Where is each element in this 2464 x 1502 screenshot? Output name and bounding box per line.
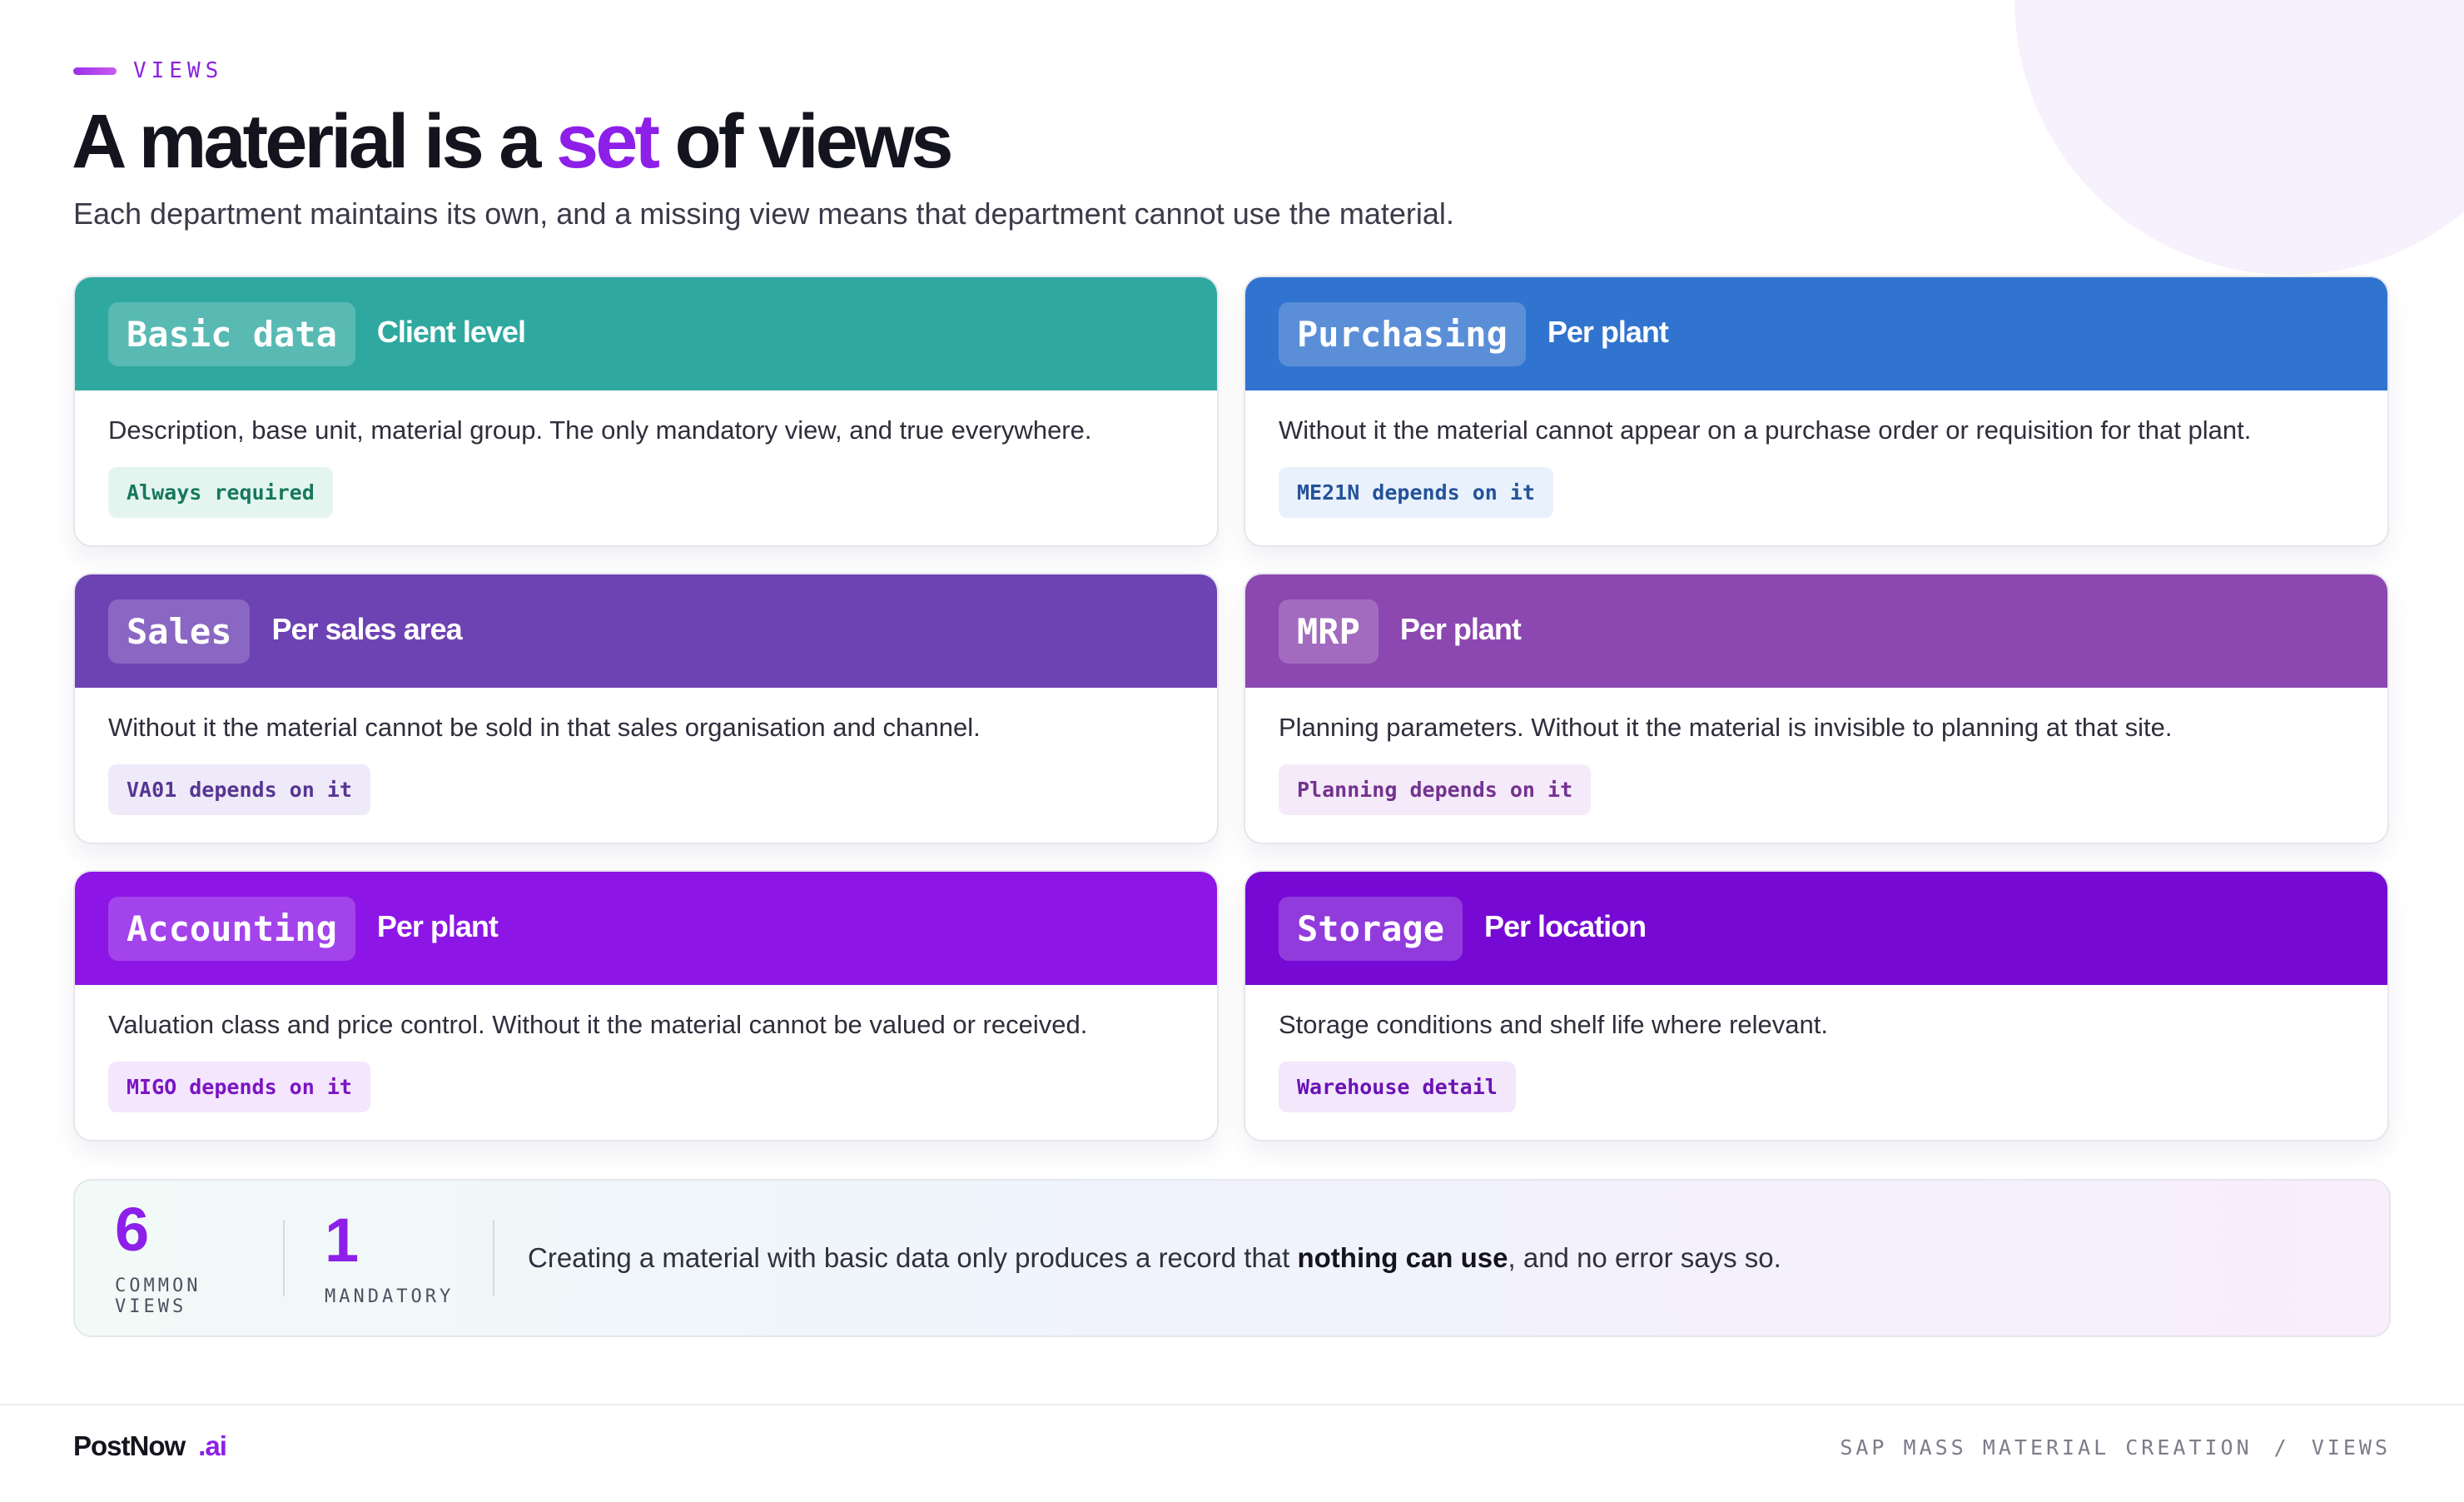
card-header: Purchasing Per plant — [1245, 277, 2387, 390]
card-header: Storage Per location — [1245, 872, 2387, 985]
card-description: Planning parameters. Without it the mate… — [1279, 713, 2173, 742]
card-tag: Always required — [108, 467, 333, 518]
card-view-name: Basic data — [108, 301, 355, 366]
card-tag: VA01 depends on it — [108, 764, 370, 815]
card-header: Basic data Client level — [75, 277, 1217, 390]
brand-logo: PostNow .ai — [73, 1430, 227, 1462]
card-description: Without it the material cannot appear on… — [1279, 415, 2252, 445]
view-card-basic-data: Basic data Client level Description, bas… — [73, 276, 1219, 547]
card-view-name: MRP — [1279, 599, 1379, 664]
card-description: Valuation class and price control. Witho… — [108, 1010, 1088, 1039]
card-view-name: Accounting — [108, 896, 355, 961]
stats-banner: 6 COMMON VIEWS 1 MANDATORY Creating a ma… — [73, 1179, 2391, 1337]
card-view-name: Sales — [108, 599, 251, 664]
stat-label: COMMON VIEWS — [115, 1276, 201, 1317]
card-description: Description, base unit, material group. … — [108, 415, 1092, 445]
eyebrow-accent-bar — [73, 67, 117, 75]
card-description: Storage conditions and shelf life where … — [1279, 1010, 1829, 1039]
page-subtitle: Each department maintains its own, and a… — [73, 196, 1454, 231]
view-card-purchasing: Purchasing Per plant Without it the mate… — [1244, 276, 2389, 547]
breadcrumb-deck: SAP MASS MATERIAL CREATION — [1840, 1435, 2253, 1460]
view-card-mrp: MRP Per plant Planning parameters. Witho… — [1244, 573, 2389, 844]
page-title: A material is a set of views — [72, 98, 954, 186]
slide: VIEWS A material is a set of views Each … — [0, 0, 2464, 1502]
card-scope: Client level — [376, 315, 526, 349]
stat-common-views: 6 COMMON VIEWS — [75, 1195, 283, 1318]
card-body: Storage conditions and shelf life where … — [1245, 985, 2387, 1112]
breadcrumb-separator: / — [2273, 1435, 2290, 1460]
brand-name: PostNow — [73, 1430, 186, 1461]
title-pre: A material is a — [72, 99, 557, 184]
card-description: Without it the material cannot be sold i… — [108, 713, 981, 742]
card-tag: MIGO depends on it — [108, 1062, 370, 1112]
card-scope: Per plant — [1399, 612, 1522, 646]
footer-breadcrumb: SAP MASS MATERIAL CREATION / VIEWS — [1840, 1435, 2391, 1460]
stat-label: MANDATORY — [325, 1286, 455, 1307]
card-body: Without it the material cannot be sold i… — [75, 688, 1217, 815]
stat-value: 6 — [115, 1195, 150, 1264]
eyebrow-label: VIEWS — [133, 58, 224, 83]
view-card-accounting: Accounting Per plant Valuation class and… — [73, 870, 1219, 1141]
title-accent: set — [556, 99, 660, 184]
stat-value: 1 — [325, 1205, 360, 1275]
stats-message-post: , and no error says so. — [1508, 1242, 1781, 1273]
view-card-sales: Sales Per sales area Without it the mate… — [73, 573, 1219, 844]
stats-message: Creating a material with basic data only… — [494, 1242, 1781, 1274]
card-tag: ME21N depends on it — [1279, 467, 1553, 518]
card-scope: Per plant — [376, 909, 499, 943]
card-view-name: Storage — [1279, 896, 1463, 961]
card-body: Description, base unit, material group. … — [75, 390, 1217, 518]
card-tag: Warehouse detail — [1279, 1062, 1516, 1112]
card-scope: Per location — [1484, 909, 1647, 943]
card-scope: Per plant — [1547, 315, 1669, 349]
card-header: Sales Per sales area — [75, 574, 1217, 688]
card-view-name: Purchasing — [1279, 301, 1526, 366]
view-card-storage: Storage Per location Storage conditions … — [1244, 870, 2389, 1141]
breadcrumb-section: VIEWS — [2311, 1435, 2391, 1460]
card-tag: Planning depends on it — [1279, 764, 1592, 815]
card-scope: Per sales area — [271, 612, 462, 646]
corner-decoration — [2014, 0, 2464, 275]
card-header: MRP Per plant — [1245, 574, 2387, 688]
title-post: of views — [657, 99, 954, 184]
card-header: Accounting Per plant — [75, 872, 1217, 985]
card-body: Without it the material cannot appear on… — [1245, 390, 2387, 518]
eyebrow: VIEWS — [73, 58, 223, 83]
card-body: Valuation class and price control. Witho… — [75, 985, 1217, 1112]
card-body: Planning parameters. Without it the mate… — [1245, 688, 2387, 815]
stats-message-bold: nothing can use — [1297, 1242, 1508, 1273]
stats-message-pre: Creating a material with basic data only… — [528, 1242, 1298, 1273]
footer-divider — [0, 1404, 2464, 1405]
stat-mandatory: 1 MANDATORY — [285, 1205, 493, 1307]
brand-suffix: .ai — [198, 1430, 227, 1461]
